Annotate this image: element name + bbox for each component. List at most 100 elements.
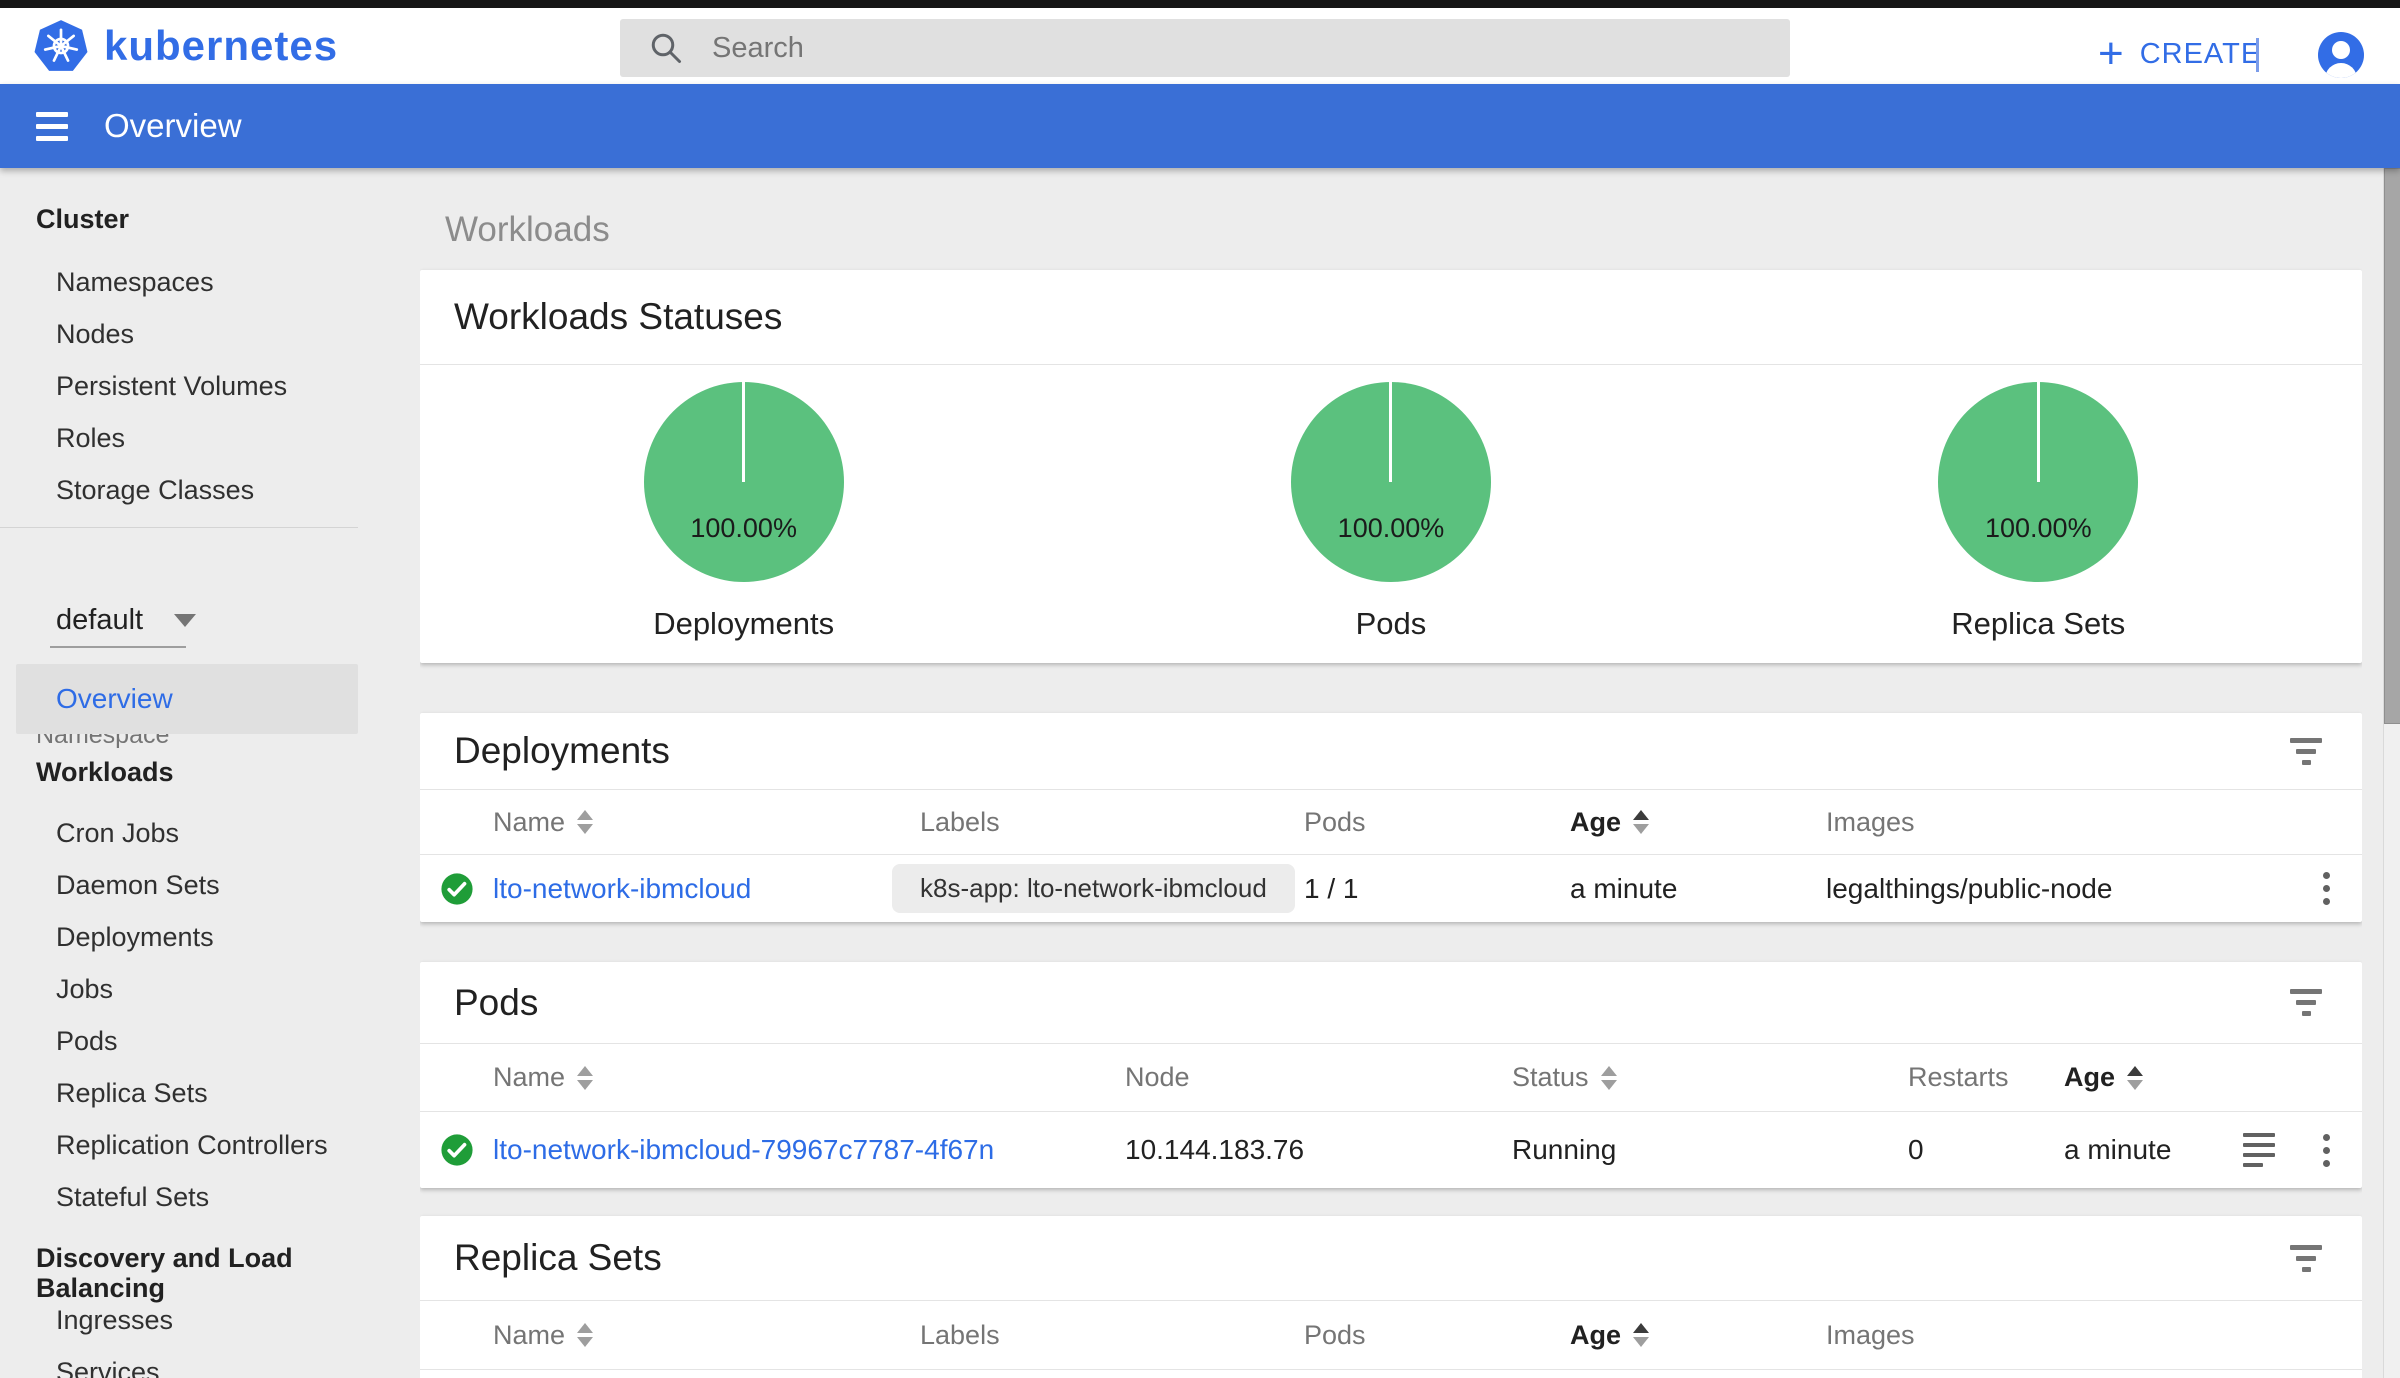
column-header-labels: Labels (920, 1319, 1000, 1350)
search-bar (620, 19, 1790, 77)
pod-row: lto-network-ibmcloud-79967c7787-4f67n 10… (420, 1112, 2362, 1188)
pod-age-value: a minute (2064, 1134, 2172, 1165)
pod-restarts-value: 0 (1908, 1134, 1924, 1165)
sidebar-item-jobs[interactable]: Jobs (56, 974, 113, 1004)
deployment-age-value: a minute (1570, 872, 1678, 904)
statuses-card-title: Workloads Statuses (454, 296, 783, 337)
page-title: Workloads (445, 210, 610, 249)
workloads-statuses-card: Workloads Statuses 100.00% Deployments 1… (420, 270, 2362, 663)
deployments-chart-label: Deployments (653, 606, 835, 641)
sort-icon (577, 810, 594, 834)
sidebar-header-cluster: Cluster (36, 204, 130, 234)
sidebar-item-storage-classes[interactable]: Storage Classes (56, 475, 254, 505)
scrollbar-track[interactable] (2383, 168, 2400, 1378)
status-ok-icon (440, 872, 473, 905)
pods-pie-chart[interactable]: 100.00% (1290, 382, 1491, 582)
window-top-edge (0, 0, 2400, 8)
deployments-card-title: Deployments (454, 730, 670, 771)
pod-name-link[interactable]: lto-network-ibmcloud-79967c7787-4f67n (493, 1134, 994, 1166)
toolbar-divider (2256, 38, 2259, 72)
pie-slice-line (1389, 382, 1393, 482)
sidebar-item-ingresses[interactable]: Ingresses (56, 1305, 173, 1335)
deployment-row: lto-network-ibmcloud k8s-app: lto-networ… (420, 855, 2362, 922)
row-menu-icon[interactable] (2319, 1130, 2334, 1171)
replica-sets-pie-chart[interactable]: 100.00% (1938, 382, 2139, 582)
sidebar-item-persistent-volumes[interactable]: Persistent Volumes (56, 371, 287, 401)
column-header-images: Images (1826, 806, 1915, 837)
brand[interactable]: kubernetes (34, 19, 338, 73)
pods-card-title: Pods (454, 981, 539, 1023)
search-icon (651, 33, 681, 63)
sidebar-item-pods[interactable]: Pods (56, 1026, 118, 1056)
column-header-images: Images (1826, 1319, 1915, 1350)
plus-icon: + (2098, 29, 2124, 78)
filter-icon[interactable] (2284, 1239, 2328, 1278)
replica-sets-table-header: Name Labels Pods Age Images (420, 1301, 2362, 1370)
pods-status-chart: 100.00% Pods (1067, 365, 1714, 662)
sidebar-item-namespaces[interactable]: Namespaces (56, 267, 214, 297)
sidebar-item-replication-controllers[interactable]: Replication Controllers (56, 1130, 328, 1160)
sidebar-divider (0, 527, 358, 528)
status-ok-icon (440, 1134, 473, 1166)
column-header-name[interactable]: Name (493, 1062, 1125, 1093)
deployments-status-chart: 100.00% Deployments (420, 365, 1067, 662)
filter-icon[interactable] (2284, 732, 2328, 771)
deployments-table-header: Name Labels Pods Age Images (420, 790, 2362, 855)
menu-icon[interactable] (36, 111, 68, 141)
filter-icon[interactable] (2284, 983, 2328, 1022)
create-button[interactable]: + CREATE (2098, 16, 2261, 92)
pods-table-header: Name Node Status Restarts Age (420, 1044, 2362, 1112)
sort-icon (577, 1065, 594, 1090)
column-header-age[interactable]: Age (2064, 1062, 2240, 1093)
column-header-status[interactable]: Status (1512, 1062, 1908, 1093)
pod-node-value: 10.144.183.76 (1125, 1134, 1305, 1165)
sidebar-item-deployments[interactable]: Deployments (56, 922, 214, 952)
sidebar-item-cron-jobs[interactable]: Cron Jobs (56, 818, 179, 848)
deployments-percent: 100.00% (690, 513, 797, 543)
sidebar-item-overview[interactable]: Overview (16, 664, 358, 734)
namespace-value: default (56, 603, 144, 636)
namespace-select[interactable]: default (56, 598, 196, 642)
avatar-head (2332, 41, 2350, 59)
row-menu-icon[interactable] (2319, 868, 2334, 909)
pie-slice-line (2036, 382, 2040, 482)
logs-icon[interactable] (2243, 1133, 2275, 1167)
column-header-node: Node (1125, 1062, 1190, 1092)
pods-percent: 100.00% (1337, 513, 1445, 543)
search-input[interactable] (712, 31, 1790, 65)
main-content: Workloads Workloads Statuses 100.00% Dep… (420, 168, 2362, 1378)
deployment-images-value: legalthings/public-node (1826, 872, 2113, 904)
status-charts: 100.00% Deployments 100.00% Pods 100.00%… (420, 365, 2362, 662)
sort-icon-active (2127, 1065, 2144, 1090)
sort-icon-active (1633, 810, 1650, 834)
column-header-name[interactable]: Name (493, 1320, 920, 1351)
pods-chart-label: Pods (1355, 606, 1427, 641)
sidebar-item-daemon-sets[interactable]: Daemon Sets (56, 870, 220, 900)
chevron-down-icon (174, 613, 196, 627)
scrollbar-thumb[interactable] (2384, 168, 2400, 724)
sidebar-item-nodes[interactable]: Nodes (56, 319, 134, 349)
column-header-age[interactable]: Age (1570, 1320, 1826, 1351)
sidebar-item-roles[interactable]: Roles (56, 423, 125, 453)
deployment-name-link[interactable]: lto-network-ibmcloud (493, 873, 751, 905)
sidebar-item-services[interactable]: Services (56, 1357, 160, 1378)
sidebar-header-workloads: Workloads (36, 757, 174, 787)
header-bar: kubernetes + CREATE (0, 8, 2400, 84)
kubernetes-logo-icon (34, 20, 88, 71)
user-avatar-icon[interactable] (2318, 32, 2364, 78)
avatar-shoulders (2325, 63, 2357, 78)
deployments-pie-chart[interactable]: 100.00% (643, 382, 844, 582)
column-header-pods: Pods (1304, 806, 1366, 837)
sidebar-item-replica-sets[interactable]: Replica Sets (56, 1078, 208, 1108)
replica-sets-percent: 100.00% (1984, 513, 2092, 543)
sidebar-item-stateful-sets[interactable]: Stateful Sets (56, 1182, 209, 1212)
deployment-pods-value: 1 / 1 (1304, 872, 1359, 904)
sidebar: Cluster Namespaces Nodes Persistent Volu… (0, 168, 360, 1378)
sort-icon (1600, 1065, 1617, 1090)
label-chip[interactable]: k8s-app: lto-network-ibmcloud (892, 864, 1295, 913)
column-header-age[interactable]: Age (1570, 807, 1826, 838)
column-header-name[interactable]: Name (493, 807, 920, 838)
pods-card: Pods Name Node Status Restarts Age lto-n… (420, 962, 2362, 1188)
replica-sets-chart-label: Replica Sets (1951, 606, 2126, 641)
brand-name: kubernetes (104, 22, 339, 69)
